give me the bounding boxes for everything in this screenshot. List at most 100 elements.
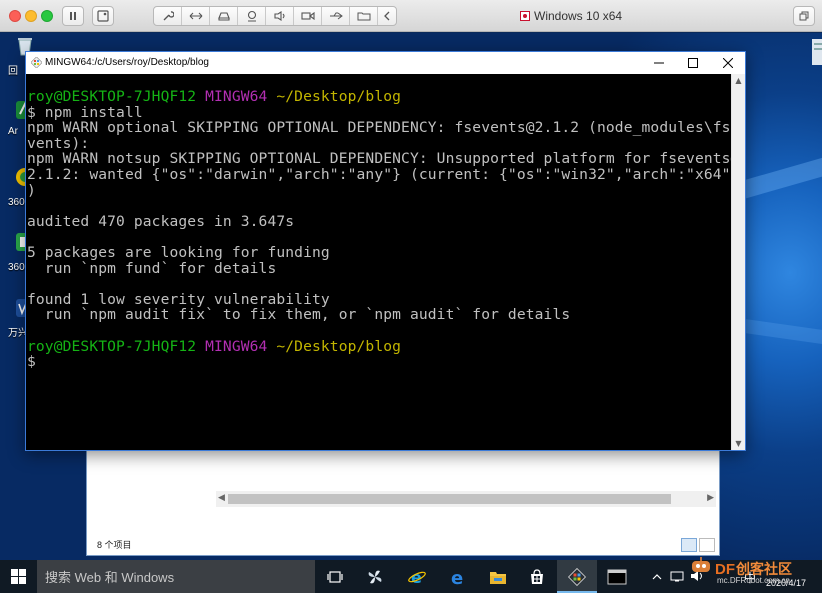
file-explorer-button[interactable] <box>478 560 518 593</box>
vm-icon <box>520 11 530 21</box>
prompt-path: ~/Desktop/blog <box>276 88 402 105</box>
minimize-window-button[interactable] <box>25 10 37 22</box>
windows-desktop: 回 Ar 360安 360软 万兴F ◀ ▶ 8 个项目 <box>0 33 822 560</box>
usb-icon <box>329 12 343 20</box>
chevron-up-icon <box>652 573 662 579</box>
robot-logo-icon <box>692 557 710 572</box>
svg-text:e: e <box>411 568 422 586</box>
watermark-url: mc.DFRobot.com.cn <box>717 576 790 585</box>
audio-button[interactable] <box>266 7 294 25</box>
prompt-env: MINGW64 <box>205 337 268 355</box>
git-bash-taskbar-button[interactable] <box>557 560 597 593</box>
fullscreen-window-button[interactable] <box>41 10 53 22</box>
host-toolbar: Windows 10 x64 <box>0 0 822 32</box>
terminal-output[interactable]: roy@DESKTOP-7JHQF12 MINGW64 ~/Desktop/bl… <box>26 74 731 450</box>
scroll-up-icon[interactable]: ▲ <box>732 76 745 85</box>
terminal-window: MINGW64:/c/Users/roy/Desktop/blog roy@DE… <box>25 51 746 451</box>
show-hidden-icons-button[interactable] <box>648 560 666 593</box>
video-button[interactable] <box>294 7 322 25</box>
scroll-down-icon[interactable]: ▼ <box>732 439 745 448</box>
minimize-icon <box>654 62 664 64</box>
store-icon <box>531 568 543 584</box>
terminal-line: audited 470 packages in 3.647s <box>27 212 295 230</box>
terminal-line: ) <box>27 181 36 199</box>
screenshot-button[interactable] <box>92 6 114 26</box>
internet-explorer-button[interactable]: e <box>397 560 437 593</box>
terminal-line: npm WARN notsup SKIPPING OPTIONAL DEPEND… <box>27 150 731 168</box>
windows-logo-icon <box>11 569 26 584</box>
camera-device-button[interactable] <box>238 7 266 25</box>
git-bash-icon <box>31 57 42 68</box>
terminal-titlebar[interactable]: MINGW64:/c/Users/roy/Desktop/blog <box>26 52 745 74</box>
task-view-button[interactable] <box>315 560 355 593</box>
tiles-view-button[interactable] <box>699 538 715 552</box>
drive-button[interactable] <box>210 7 238 25</box>
pause-icon <box>70 12 76 20</box>
wrench-icon <box>163 11 174 21</box>
usb-button[interactable] <box>322 7 350 25</box>
shared-folders-button[interactable] <box>350 7 378 25</box>
terminal-maximize-button[interactable] <box>676 52 710 74</box>
prompt-path: ~/Desktop/blog <box>276 337 402 355</box>
details-view-button[interactable] <box>681 538 697 552</box>
item-count-status: 8 个项目 <box>97 540 132 550</box>
prompt-env: MINGW64 <box>205 88 268 105</box>
terminal-scrollbar[interactable]: ▲ ▼ <box>731 74 745 450</box>
prompt-user: roy@DESKTOP-7JHQF12 <box>27 337 197 355</box>
start-button[interactable] <box>0 560 37 593</box>
partial-desktop-icon[interactable] <box>810 35 822 75</box>
terminal-minimize-button[interactable] <box>642 52 676 74</box>
restore-button[interactable] <box>793 6 815 26</box>
terminal-line: 5 packages are looking for funding <box>27 243 330 261</box>
file-explorer-window: ◀ ▶ 8 个项目 <box>86 448 720 556</box>
git-bash-icon <box>568 567 586 586</box>
prompt-line: roy@DESKTOP-7JHQF12 MINGW64 ~/Desktop/bl… <box>27 89 731 105</box>
terminal-line: $ npm install <box>27 103 143 121</box>
pinwheel-icon <box>368 570 382 583</box>
view-toggle <box>681 538 715 552</box>
terminal-title: MINGW64:/c/Users/roy/Desktop/blog <box>45 57 209 68</box>
store-button[interactable] <box>517 560 557 593</box>
host-device-toolbar <box>153 6 397 26</box>
pause-button[interactable] <box>62 6 84 26</box>
speaker-icon <box>273 11 285 21</box>
ie-icon: e <box>408 568 426 586</box>
chevron-left-icon <box>384 11 390 21</box>
maximize-icon <box>688 58 698 68</box>
back-button[interactable] <box>378 7 396 25</box>
taskbar-search-box[interactable]: 搜索 Web 和 Windows <box>37 560 315 593</box>
edge-icon: e <box>451 568 463 586</box>
file-explorer-icon <box>490 571 506 584</box>
pinwheel-app-button[interactable] <box>355 560 395 593</box>
terminal-taskbar-button[interactable] <box>597 560 637 593</box>
terminal-input-line[interactable]: $ <box>27 354 731 370</box>
scroll-left-icon[interactable]: ◀ <box>218 493 225 503</box>
terminal-line: found 1 low severity vulnerability <box>27 290 330 308</box>
video-camera-icon <box>300 11 315 21</box>
terminal-line: run `npm fund` for details <box>27 259 277 277</box>
close-icon <box>723 58 733 68</box>
svg-text:e: e <box>451 568 463 586</box>
shared-folder-icon <box>357 12 370 21</box>
arrows-icon <box>189 12 202 20</box>
terminal-line: vents): <box>27 134 90 152</box>
horizontal-scrollbar[interactable]: ◀ ▶ <box>216 491 716 507</box>
scroll-right-icon[interactable]: ▶ <box>707 493 714 503</box>
network-icon[interactable] <box>670 570 684 582</box>
close-window-button[interactable] <box>9 10 21 22</box>
edge-button[interactable]: e <box>438 560 478 593</box>
search-placeholder: 搜索 Web 和 Windows <box>45 570 175 585</box>
prompt-user: roy@DESKTOP-7JHQF12 <box>27 88 197 105</box>
drive-icon <box>217 12 230 21</box>
prompt-line: roy@DESKTOP-7JHQF12 MINGW64 ~/Desktop/bl… <box>27 337 731 355</box>
settings-button[interactable] <box>154 7 182 25</box>
terminal-close-button[interactable] <box>711 52 745 74</box>
scrollbar-thumb[interactable] <box>228 494 671 504</box>
terminal-line: npm WARN optional SKIPPING OPTIONAL DEPE… <box>27 119 731 137</box>
terminal-line: 2.1.2: wanted {"os":"darwin","arch":"any… <box>27 165 731 183</box>
scrollbar-thumb[interactable] <box>735 88 742 444</box>
resize-button[interactable] <box>182 7 210 25</box>
